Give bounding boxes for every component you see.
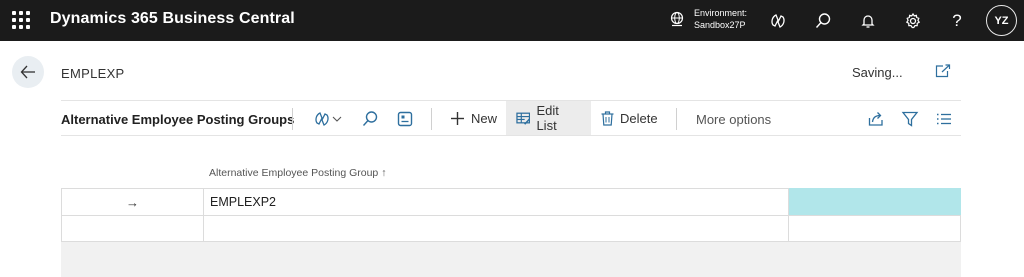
avatar[interactable]: YZ xyxy=(986,5,1017,36)
arrow-left-icon xyxy=(20,65,35,79)
list-title[interactable]: Alternative Employee Posting Groups xyxy=(61,112,294,127)
posting-group-cell[interactable] xyxy=(204,216,789,242)
search-icon xyxy=(362,111,378,126)
trash-icon xyxy=(601,110,614,126)
open-in-new-window-icon[interactable] xyxy=(935,64,951,78)
row-indicator[interactable]: → xyxy=(62,189,204,215)
action-bar: Alternative Employee Posting Groups New xyxy=(61,100,961,136)
plus-icon xyxy=(451,111,464,125)
sort-ascending-icon: ↑ xyxy=(381,167,387,179)
search-list-button[interactable] xyxy=(360,109,380,129)
copilot-menu-button[interactable] xyxy=(311,109,345,129)
list-view-button[interactable] xyxy=(934,109,954,129)
analysis-mode-button[interactable] xyxy=(395,109,415,129)
top-bar: Dynamics 365 Business Central Environmen… xyxy=(0,0,1024,41)
selected-cell[interactable] xyxy=(789,188,961,215)
new-button[interactable]: New xyxy=(441,101,506,135)
edit-list-icon xyxy=(516,112,531,125)
app-launcher-icon[interactable] xyxy=(12,11,30,29)
back-button[interactable] xyxy=(12,56,44,88)
column-header[interactable]: Alternative Employee Posting Group ↑ xyxy=(209,167,386,179)
filter-icon xyxy=(901,111,919,127)
filter-button[interactable] xyxy=(900,109,920,129)
divider xyxy=(431,108,432,130)
list-grid: → EMPLEXP2 xyxy=(61,188,961,277)
app-title[interactable]: Dynamics 365 Business Central xyxy=(50,10,295,28)
saving-status: Saving... xyxy=(852,65,903,80)
delete-label: Delete xyxy=(620,110,658,126)
edit-list-button[interactable]: Edit List xyxy=(506,101,591,135)
gear-icon[interactable] xyxy=(901,9,925,33)
table-row[interactable]: → EMPLEXP2 xyxy=(61,188,961,215)
share-icon xyxy=(868,112,883,126)
row-indicator[interactable] xyxy=(62,216,204,242)
copilot-icon[interactable] xyxy=(766,9,790,33)
delete-button[interactable]: Delete xyxy=(599,101,660,135)
search-icon[interactable] xyxy=(811,9,835,33)
bell-icon[interactable] xyxy=(856,9,880,33)
column-header-label: Alternative Employee Posting Group xyxy=(209,167,379,179)
environment-info[interactable]: Environment: Sandbox27P xyxy=(694,7,747,31)
globe-icon xyxy=(670,11,684,27)
environment-label: Environment: xyxy=(694,8,748,18)
divider xyxy=(676,108,677,130)
list-icon xyxy=(937,113,951,125)
empty-cell[interactable] xyxy=(789,215,961,242)
table-row[interactable] xyxy=(61,215,961,242)
page-caption: EMPLEXP xyxy=(61,66,125,81)
environment-name: Sandbox27P xyxy=(694,20,746,30)
new-label: New xyxy=(471,110,498,126)
more-options-button[interactable]: More options xyxy=(696,112,771,127)
analysis-icon xyxy=(397,111,413,127)
posting-group-cell[interactable]: EMPLEXP2 xyxy=(204,189,789,215)
divider xyxy=(292,108,293,130)
arrow-right-icon: → xyxy=(126,194,139,210)
share-button[interactable] xyxy=(866,109,886,129)
edit-list-label: Edit List xyxy=(536,103,559,133)
copilot-icon xyxy=(315,112,342,126)
help-icon[interactable]: ? xyxy=(945,9,969,33)
